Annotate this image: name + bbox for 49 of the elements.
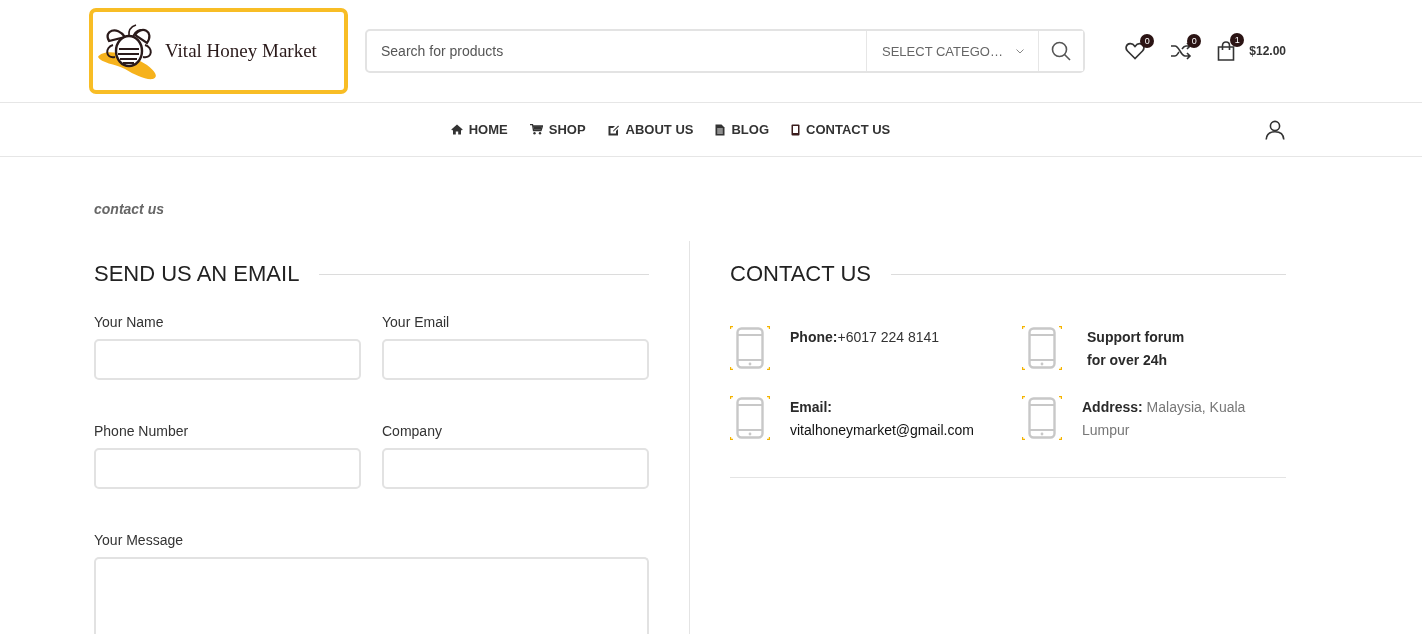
search-button[interactable] (1038, 31, 1083, 71)
document-icon (715, 123, 726, 136)
field-label: Your Name (94, 313, 165, 331)
field-label: Phone Number (94, 422, 190, 440)
chevron-down-icon (1016, 48, 1024, 54)
message-field[interactable] (94, 557, 649, 634)
text-field[interactable] (382, 448, 649, 489)
compare-button[interactable]: 0 (1170, 34, 1202, 68)
section-title: CONTACT US (730, 261, 871, 287)
phone-text: Phone:+6017 224 8141 (790, 328, 940, 347)
mobile-phone-icon (791, 123, 800, 136)
mobile-phone-icon (1022, 326, 1062, 370)
field-label: Your Message (94, 531, 184, 549)
breadcrumb: contact us (94, 200, 165, 219)
count-badge: 1 (1230, 33, 1245, 47)
search-field[interactable]: Search for products (367, 31, 866, 71)
support-text: Support forum for over 24h (1086, 328, 1185, 370)
field-label: Your Email (382, 313, 451, 331)
address-text: Address: Malaysia, Kuala Lumpur (1082, 398, 1247, 440)
cart-icon (529, 124, 543, 135)
cart-total: $12.00 (1249, 44, 1286, 58)
nav-link[interactable]: ABOUT US (607, 122, 694, 137)
nav-link[interactable]: HOME (450, 122, 508, 137)
nav-link[interactable]: BLOG (715, 122, 769, 137)
heart-icon (1125, 42, 1146, 60)
text-field[interactable] (382, 339, 649, 380)
nav-link[interactable]: CONTACT US (791, 122, 891, 137)
section-title: SEND US AN EMAIL (94, 261, 300, 287)
edit-icon (607, 123, 620, 136)
mobile-phone-icon (1022, 396, 1062, 440)
field-label: Company (382, 422, 443, 440)
text-field[interactable] (94, 339, 361, 380)
count-badge: 0 (1187, 34, 1202, 48)
search-icon (1051, 41, 1071, 61)
email-text: Email: vitalhoneymarket@gmail.com (790, 398, 975, 440)
house-icon (450, 124, 463, 135)
logo-link[interactable]: Vital Honey Market (89, 8, 348, 94)
mobile-phone-icon (730, 326, 770, 370)
search-bar[interactable]: Search for products SELECT CATEGO… (365, 29, 1085, 73)
shuffle-icon (1170, 42, 1193, 60)
text-field[interactable] (94, 448, 361, 489)
nav-link[interactable]: SHOP (529, 122, 586, 137)
account-button[interactable] (1265, 119, 1285, 140)
wishlist-button[interactable]: 0 (1125, 34, 1155, 68)
user-icon (1265, 119, 1285, 140)
shopping-bag-icon (1217, 41, 1236, 61)
count-badge: 0 (1140, 34, 1155, 48)
cart-button[interactable]: 1 $12.00 (1217, 33, 1286, 69)
mobile-phone-icon (730, 396, 770, 440)
